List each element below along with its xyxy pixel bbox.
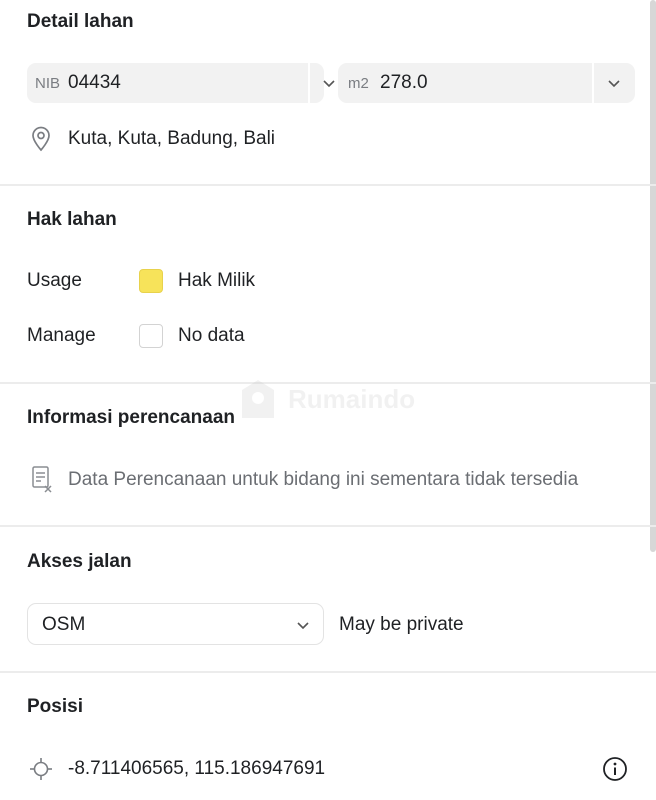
perencanaan-message: Data Perencanaan untuk bidang ini sement…: [68, 469, 579, 490]
location-pin-icon: [32, 126, 50, 152]
usage-color-swatch: [139, 269, 163, 293]
informasi-perencanaan-heading: Informasi perencanaan: [27, 407, 236, 428]
chevron-down-icon[interactable]: [606, 75, 622, 91]
document-x-icon: [32, 466, 52, 493]
scrollbar[interactable]: [650, 0, 656, 552]
usage-value: Hak Milik: [178, 270, 256, 291]
section-divider: [0, 525, 656, 527]
nib-select[interactable]: NIB 04434: [27, 63, 335, 103]
usage-label: Usage: [27, 270, 82, 291]
akses-jalan-heading: Akses jalan: [27, 551, 132, 572]
section-divider: [0, 671, 656, 673]
watermark-text: Rumaindo: [288, 384, 416, 414]
road-source-select[interactable]: OSM: [27, 603, 324, 645]
road-source-value: OSM: [42, 614, 86, 635]
road-access-status: May be private: [339, 614, 464, 635]
chevron-down-icon: [297, 622, 309, 630]
section-divider: [0, 184, 656, 186]
chevron-down-icon[interactable]: [321, 75, 337, 91]
manage-label: Manage: [27, 325, 96, 346]
location-text: Kuta, Kuta, Badung, Bali: [68, 128, 276, 149]
info-icon[interactable]: [602, 756, 628, 782]
nib-value: 04434: [68, 72, 121, 93]
manage-value: No data: [178, 325, 245, 346]
hak-lahan-heading: Hak lahan: [27, 209, 117, 230]
coordinates-text[interactable]: -8.711406565, 115.186947691: [68, 758, 325, 780]
select-divider: [592, 63, 594, 103]
nib-prefix: NIB: [35, 75, 61, 92]
area-select[interactable]: m2 278.0: [338, 63, 635, 103]
posisi-heading: Posisi: [27, 696, 83, 717]
area-prefix: m2: [348, 75, 369, 92]
manage-color-swatch: [139, 324, 163, 348]
detail-lahan-heading: Detail lahan: [27, 11, 134, 32]
crosshair-icon: [30, 758, 52, 780]
house-icon: [242, 380, 274, 418]
select-divider: [308, 63, 310, 103]
area-value: 278.0: [380, 72, 428, 93]
